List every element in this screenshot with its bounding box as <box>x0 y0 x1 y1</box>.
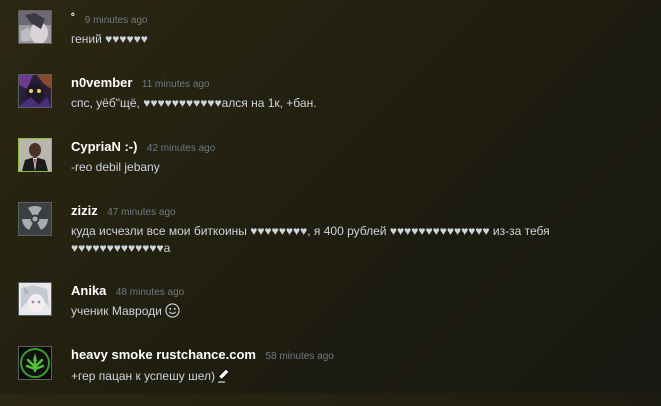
comment-author[interactable]: ˚ <box>71 11 75 26</box>
purple-anime-avatar <box>19 75 51 107</box>
commenter-avatar[interactable] <box>18 138 52 172</box>
comment-text: гений ♥♥♥♥♥♥ <box>71 32 148 46</box>
comment-text: спс, уёб"щё, ♥♥♥♥♥♥♥♥♥♥♥ался на 1к, +бан… <box>71 96 317 110</box>
comment-author[interactable]: CypriaN :-) <box>71 139 137 154</box>
white-hair-anime-avatar <box>19 283 51 315</box>
commenter-avatar[interactable] <box>18 74 52 108</box>
comment-text-container: ученик Мавроди <box>71 303 611 320</box>
cannabis-leaf-avatar <box>19 347 51 379</box>
comment-text: +гер пацан к успешу шел) <box>71 369 215 383</box>
smile-emoji-icon <box>165 303 180 318</box>
comment: heavy smoke rustchance.com 58 minutes ag… <box>0 346 661 406</box>
comment-timestamp[interactable]: 11 minutes ago <box>142 79 210 90</box>
comment-header: Anika 48 minutes ago <box>71 282 184 300</box>
commenter-avatar[interactable] <box>18 346 52 380</box>
comment-author[interactable]: Anika <box>71 283 106 298</box>
comment-author[interactable]: ziziz <box>71 203 98 218</box>
comment-header: ˚ 9 minutes ago <box>71 10 148 28</box>
comment-header: n0vember 11 minutes ago <box>71 74 210 92</box>
comment: ziziz 47 minutes ago куда исчезли все мо… <box>0 202 661 262</box>
commenter-avatar[interactable] <box>18 282 52 316</box>
comment: Anika 48 minutes ago ученик Мавроди <box>0 282 661 342</box>
comment: ˚ 9 minutes ago гений ♥♥♥♥♥♥ <box>0 10 661 70</box>
comment-timestamp[interactable]: 42 minutes ago <box>147 143 215 154</box>
radiation-symbol-avatar <box>19 203 51 235</box>
comment-text: ученик Мавроди <box>71 304 162 318</box>
commenter-avatar[interactable] <box>18 202 52 236</box>
comment-text: -reo debil jebany <box>71 160 160 174</box>
comment-timestamp[interactable]: 48 minutes ago <box>116 287 184 298</box>
comment: n0vember 11 minutes ago спс, уёб"щё, ♥♥♥… <box>0 74 661 134</box>
comment-text: куда исчезли все мои биткоины ♥♥♥♥♥♥♥♥, … <box>71 224 550 255</box>
man-in-suit-avatar <box>19 139 51 171</box>
comment-timestamp[interactable]: 47 minutes ago <box>107 207 175 218</box>
comment-author[interactable]: heavy smoke rustchance.com <box>71 347 256 362</box>
comment-header: heavy smoke rustchance.com 58 minutes ag… <box>71 346 334 364</box>
comment-timestamp[interactable]: 58 minutes ago <box>265 351 333 362</box>
comment-header: ziziz 47 minutes ago <box>71 202 176 220</box>
comment-author[interactable]: n0vember <box>71 75 132 90</box>
commenter-avatar[interactable] <box>18 10 52 44</box>
pencil-emoji-icon <box>216 368 230 383</box>
comment: CypriaN :-) 42 minutes ago -reo debil je… <box>0 138 661 198</box>
comment-header: CypriaN :-) 42 minutes ago <box>71 138 215 156</box>
comment-timestamp[interactable]: 9 minutes ago <box>85 15 148 26</box>
anime-girl-avatar <box>19 11 51 43</box>
comment-text-container: +гер пацан к успешу шел) <box>71 367 611 385</box>
